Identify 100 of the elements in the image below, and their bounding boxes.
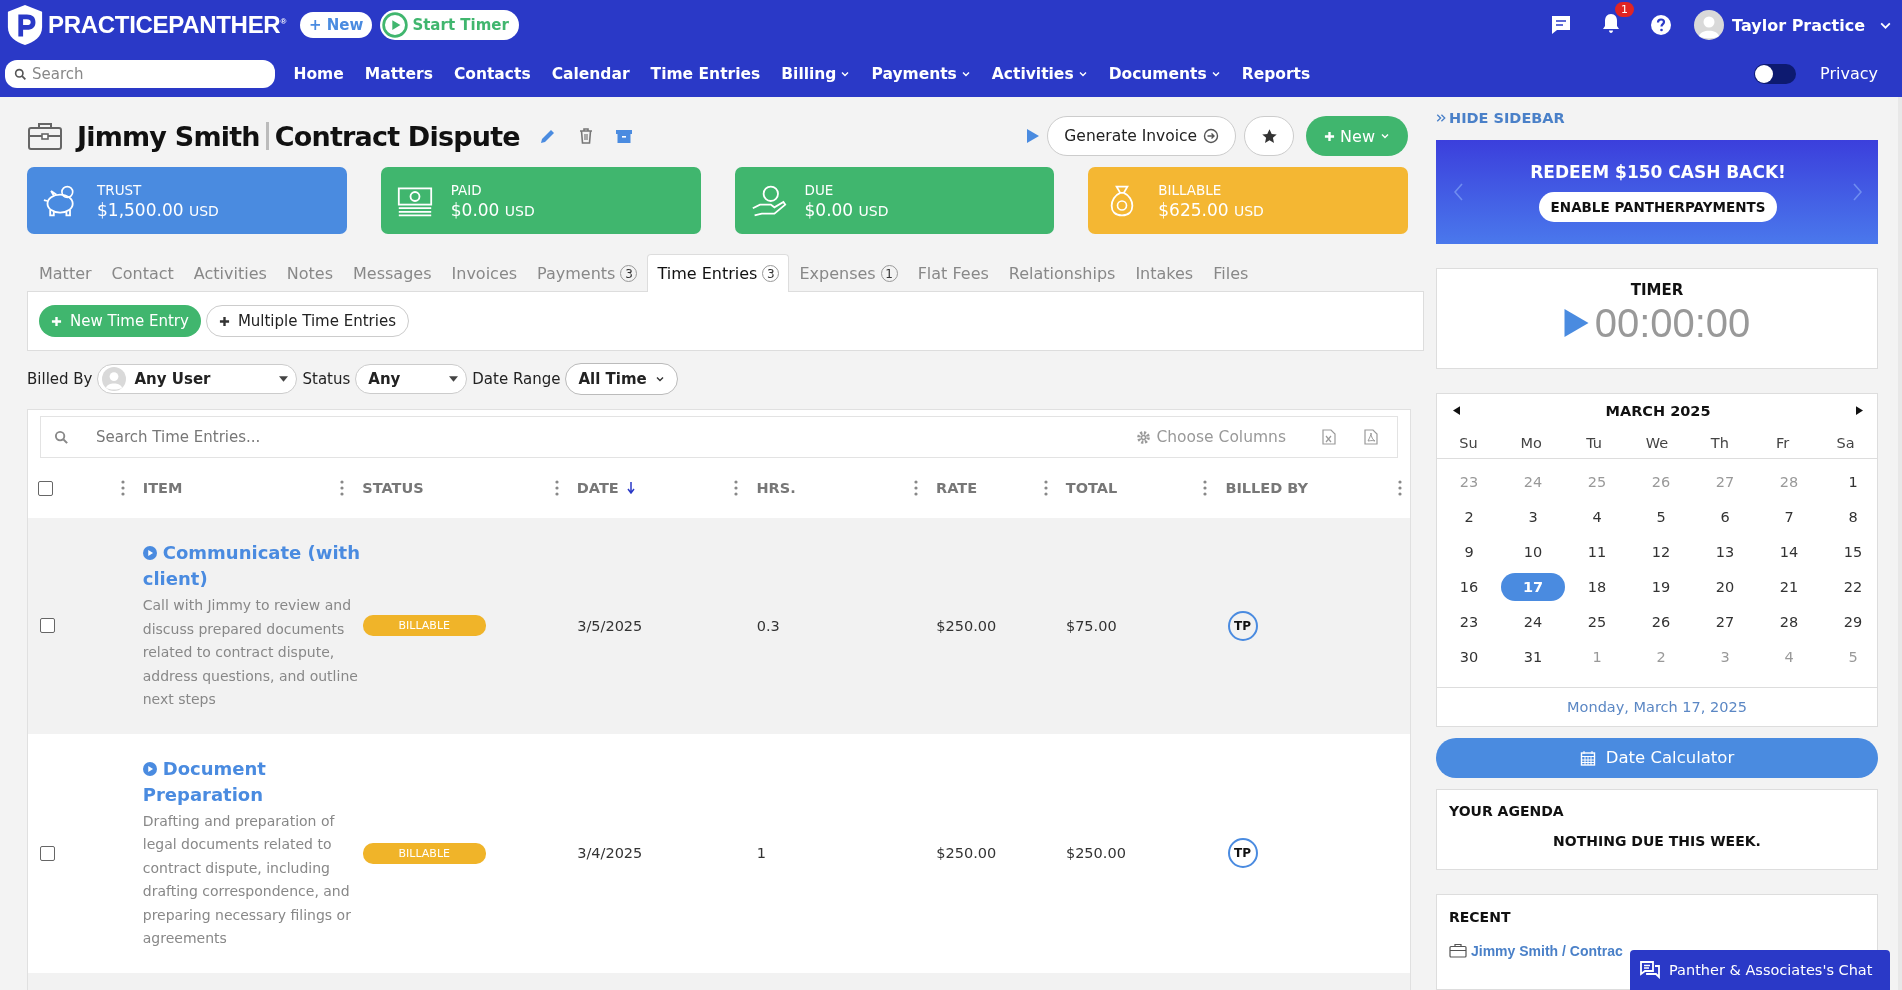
calendar-day[interactable]: 3 xyxy=(1501,503,1565,531)
notification-badge: 1 xyxy=(1615,2,1635,17)
play-icon[interactable] xyxy=(142,761,157,776)
column-header[interactable]: TOTAL xyxy=(1065,480,1118,496)
column-header[interactable]: STATUS xyxy=(362,480,424,496)
recent-matter-link[interactable]: Jimmy Smith / Contrac xyxy=(1471,942,1623,959)
play-icon[interactable] xyxy=(142,546,157,560)
search-field[interactable]: Search xyxy=(5,59,275,88)
calendar-day[interactable]: 16 xyxy=(1437,573,1501,601)
user-menu[interactable]: Taylor Practice xyxy=(1732,15,1865,35)
favorite-button[interactable] xyxy=(1244,116,1295,156)
excel-export-icon[interactable] xyxy=(1322,429,1336,445)
play-icon[interactable] xyxy=(1563,309,1589,338)
calendar-icon[interactable] xyxy=(1579,749,1596,766)
calendar-day[interactable]: 15 xyxy=(1821,538,1885,566)
filter-label: Billed By xyxy=(27,370,93,388)
calendar-day[interactable]: 13 xyxy=(1693,538,1757,566)
calendar-day[interactable]: 30 xyxy=(1437,643,1501,671)
calendar-day[interactable]: 22 xyxy=(1821,573,1885,601)
nav-item[interactable]: Calendar xyxy=(541,64,641,83)
column-header[interactable]: BILLED BY xyxy=(1225,480,1309,496)
calendar-day[interactable]: 4 xyxy=(1565,503,1629,531)
calendar-day[interactable]: 1 xyxy=(1821,468,1885,496)
calendar-day[interactable]: 5 xyxy=(1629,503,1693,531)
calendar-day[interactable]: 23 xyxy=(1437,608,1501,636)
multiple-time-entries-button[interactable]: Multiple Time Entries xyxy=(205,305,409,337)
column-menu-icon[interactable] xyxy=(1203,480,1208,496)
calendar-day[interactable]: 8 xyxy=(1821,503,1885,531)
nav-item[interactable]: Reports xyxy=(1231,64,1321,83)
timer-display: 00:00:00 xyxy=(1594,300,1751,346)
privacy-toggle[interactable] xyxy=(1754,63,1797,84)
tab[interactable]: Time Entries 3 xyxy=(647,254,790,292)
calendar-day[interactable]: 20 xyxy=(1693,573,1757,601)
calendar-day[interactable]: 25 xyxy=(1565,608,1629,636)
chevron-icon[interactable] xyxy=(1436,113,1446,124)
column-header[interactable]: DATE xyxy=(576,480,619,496)
search-icon xyxy=(14,67,27,81)
column-header[interactable]: RATE xyxy=(936,480,978,496)
calendar-day[interactable]: 28 xyxy=(1757,608,1821,636)
calendar-day[interactable]: 12 xyxy=(1629,538,1693,566)
column-header[interactable]: HRS. xyxy=(756,480,796,496)
previous-month-icon[interactable] xyxy=(1453,406,1460,415)
calendar-day[interactable]: 19 xyxy=(1629,573,1693,601)
weekday-label: Th xyxy=(1709,434,1730,451)
column-menu-icon[interactable] xyxy=(554,480,559,496)
next-month-icon[interactable] xyxy=(1856,406,1863,415)
nav-item[interactable]: Payments xyxy=(860,64,982,83)
nav-item[interactable]: Activities xyxy=(981,64,1099,83)
caret-icon[interactable] xyxy=(449,376,459,382)
avatar-icon[interactable] xyxy=(1694,10,1725,40)
sort-arrow-icon[interactable] xyxy=(626,482,635,494)
calendar-day[interactable]: 24 xyxy=(1501,608,1565,636)
play-icon[interactable] xyxy=(1027,129,1040,143)
hide-sidebar-link[interactable]: HIDE SIDEBAR xyxy=(1436,109,1565,128)
calendar-day[interactable]: 10 xyxy=(1501,538,1565,566)
caret-icon[interactable] xyxy=(654,374,665,384)
date-range-dropdown[interactable]: All Time xyxy=(565,363,678,395)
calendar-day[interactable]: 11 xyxy=(1565,538,1629,566)
chat-icon[interactable] xyxy=(1640,961,1660,979)
calendar-day[interactable]: 9 xyxy=(1437,538,1501,566)
nav-item[interactable]: Billing xyxy=(770,64,861,83)
calendar-day[interactable]: 7 xyxy=(1757,503,1821,531)
billed-by-dropdown[interactable]: Any User xyxy=(97,364,298,394)
play-circle-icon[interactable] xyxy=(382,12,409,38)
card-amount: $0.00 USD xyxy=(450,199,535,220)
column-menu-icon[interactable] xyxy=(1043,480,1048,496)
row-checkbox[interactable] xyxy=(40,845,55,861)
calendar-day[interactable]: 14 xyxy=(1757,538,1821,566)
calendar-day[interactable]: 31 xyxy=(1501,643,1565,671)
pdf-export-icon[interactable] xyxy=(1364,429,1378,445)
column-menu-icon[interactable] xyxy=(734,480,739,496)
gear-icon[interactable] xyxy=(1136,429,1152,445)
row-checkbox[interactable] xyxy=(40,618,55,634)
nav-item[interactable]: Contacts xyxy=(443,64,542,83)
select-all-checkbox[interactable] xyxy=(38,480,53,496)
calendar-day[interactable]: 21 xyxy=(1757,573,1821,601)
generate-invoice-button[interactable]: Generate Invoice xyxy=(1047,116,1237,156)
calendar-day[interactable]: 6 xyxy=(1693,503,1757,531)
nav-item[interactable]: Matters xyxy=(354,64,444,83)
plus-icon[interactable] xyxy=(218,315,230,327)
column-menu-icon[interactable] xyxy=(340,480,345,496)
calendar-day[interactable]: 27 xyxy=(1693,608,1757,636)
column-header[interactable]: ITEM xyxy=(142,480,183,496)
nav-item[interactable]: Documents xyxy=(1098,64,1232,83)
calendar-day[interactable]: 26 xyxy=(1629,608,1693,636)
column-menu-icon[interactable] xyxy=(914,480,919,496)
nav-item[interactable]: Home xyxy=(283,64,355,83)
calendar-day[interactable]: 18 xyxy=(1565,573,1629,601)
column-menu-icon[interactable] xyxy=(120,480,125,496)
caret-icon[interactable] xyxy=(279,376,289,382)
calendar-day[interactable]: 2 xyxy=(1437,503,1501,531)
column-menu-icon[interactable] xyxy=(1398,480,1402,496)
enable-payments-button[interactable]: ENABLE PANTHERPAYMENTS xyxy=(1538,191,1778,222)
calendar-day[interactable]: 29 xyxy=(1821,608,1885,636)
arrow-circle-icon[interactable] xyxy=(1203,128,1220,144)
status-dropdown[interactable]: Any xyxy=(355,364,468,394)
help-icon[interactable] xyxy=(1649,13,1674,37)
nav-item[interactable]: Time Entries xyxy=(640,64,771,83)
chat-button[interactable]: Panther & Associates's Chat xyxy=(1630,950,1890,990)
star-icon[interactable] xyxy=(1260,127,1278,145)
